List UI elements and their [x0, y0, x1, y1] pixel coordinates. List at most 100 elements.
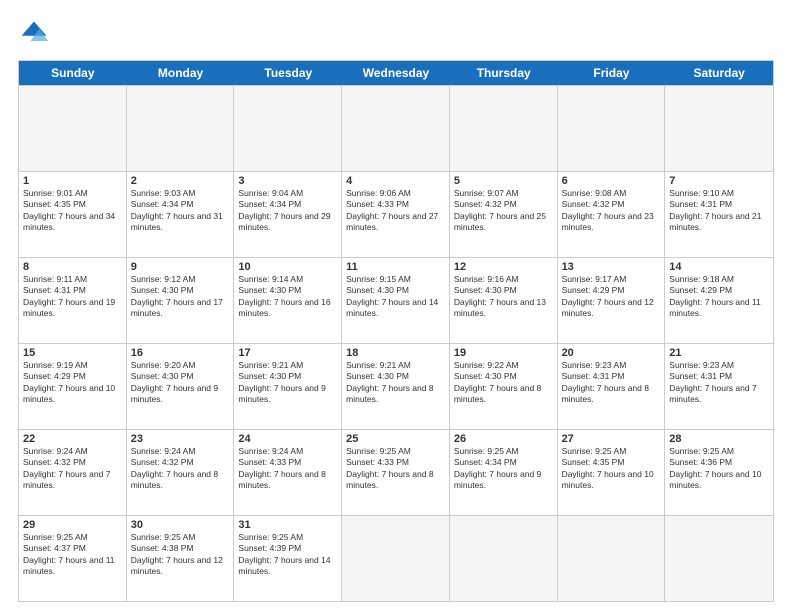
- day-info: Sunrise: 9:10 AMSunset: 4:31 PMDaylight:…: [669, 188, 769, 234]
- calendar-cell: 22Sunrise: 9:24 AMSunset: 4:32 PMDayligh…: [19, 430, 127, 515]
- day-number: 25: [346, 433, 445, 445]
- day-info: Sunrise: 9:07 AMSunset: 4:32 PMDaylight:…: [454, 188, 553, 234]
- day-number: 24: [238, 433, 337, 445]
- calendar-row-2: 1Sunrise: 9:01 AMSunset: 4:35 PMDaylight…: [19, 171, 773, 257]
- day-info: Sunrise: 9:17 AMSunset: 4:29 PMDaylight:…: [562, 274, 661, 320]
- day-number: 1: [23, 175, 122, 187]
- day-number: 3: [238, 175, 337, 187]
- day-info: Sunrise: 9:24 AMSunset: 4:32 PMDaylight:…: [23, 446, 122, 492]
- day-info: Sunrise: 9:24 AMSunset: 4:32 PMDaylight:…: [131, 446, 230, 492]
- calendar-cell: 12Sunrise: 9:16 AMSunset: 4:30 PMDayligh…: [450, 258, 558, 343]
- day-info: Sunrise: 9:04 AMSunset: 4:34 PMDaylight:…: [238, 188, 337, 234]
- day-number: 8: [23, 261, 122, 273]
- day-info: Sunrise: 9:25 AMSunset: 4:38 PMDaylight:…: [131, 532, 230, 578]
- day-number: 19: [454, 347, 553, 359]
- day-number: 14: [669, 261, 769, 273]
- day-info: Sunrise: 9:23 AMSunset: 4:31 PMDaylight:…: [562, 360, 661, 406]
- calendar-cell: 16Sunrise: 9:20 AMSunset: 4:30 PMDayligh…: [127, 344, 235, 429]
- calendar-cell: [342, 86, 450, 171]
- day-number: 15: [23, 347, 122, 359]
- calendar-cell: 15Sunrise: 9:19 AMSunset: 4:29 PMDayligh…: [19, 344, 127, 429]
- day-info: Sunrise: 9:25 AMSunset: 4:35 PMDaylight:…: [562, 446, 661, 492]
- calendar-cell: 19Sunrise: 9:22 AMSunset: 4:30 PMDayligh…: [450, 344, 558, 429]
- calendar-row-4: 15Sunrise: 9:19 AMSunset: 4:29 PMDayligh…: [19, 343, 773, 429]
- calendar-cell: 28Sunrise: 9:25 AMSunset: 4:36 PMDayligh…: [665, 430, 773, 515]
- day-number: 29: [23, 519, 122, 531]
- calendar-cell: 18Sunrise: 9:21 AMSunset: 4:30 PMDayligh…: [342, 344, 450, 429]
- header-day-tuesday: Tuesday: [234, 61, 342, 85]
- day-info: Sunrise: 9:08 AMSunset: 4:32 PMDaylight:…: [562, 188, 661, 234]
- day-number: 10: [238, 261, 337, 273]
- day-number: 13: [562, 261, 661, 273]
- day-number: 12: [454, 261, 553, 273]
- calendar-cell: [558, 86, 666, 171]
- day-info: Sunrise: 9:25 AMSunset: 4:34 PMDaylight:…: [454, 446, 553, 492]
- day-info: Sunrise: 9:19 AMSunset: 4:29 PMDaylight:…: [23, 360, 122, 406]
- day-number: 17: [238, 347, 337, 359]
- day-info: Sunrise: 9:06 AMSunset: 4:33 PMDaylight:…: [346, 188, 445, 234]
- calendar-cell: 26Sunrise: 9:25 AMSunset: 4:34 PMDayligh…: [450, 430, 558, 515]
- day-info: Sunrise: 9:25 AMSunset: 4:33 PMDaylight:…: [346, 446, 445, 492]
- calendar-body: 1Sunrise: 9:01 AMSunset: 4:35 PMDaylight…: [19, 85, 773, 601]
- day-info: Sunrise: 9:22 AMSunset: 4:30 PMDaylight:…: [454, 360, 553, 406]
- day-number: 30: [131, 519, 230, 531]
- calendar-cell: [665, 86, 773, 171]
- calendar-row-1: [19, 85, 773, 171]
- calendar-cell: 14Sunrise: 9:18 AMSunset: 4:29 PMDayligh…: [665, 258, 773, 343]
- day-info: Sunrise: 9:25 AMSunset: 4:39 PMDaylight:…: [238, 532, 337, 578]
- day-number: 20: [562, 347, 661, 359]
- day-number: 27: [562, 433, 661, 445]
- day-info: Sunrise: 9:03 AMSunset: 4:34 PMDaylight:…: [131, 188, 230, 234]
- calendar-cell: [558, 516, 666, 601]
- header-day-saturday: Saturday: [665, 61, 773, 85]
- calendar-cell: 9Sunrise: 9:12 AMSunset: 4:30 PMDaylight…: [127, 258, 235, 343]
- logo-icon: [18, 18, 50, 50]
- calendar-cell: 6Sunrise: 9:08 AMSunset: 4:32 PMDaylight…: [558, 172, 666, 257]
- day-info: Sunrise: 9:20 AMSunset: 4:30 PMDaylight:…: [131, 360, 230, 406]
- day-info: Sunrise: 9:25 AMSunset: 4:37 PMDaylight:…: [23, 532, 122, 578]
- calendar-cell: [450, 516, 558, 601]
- day-number: 28: [669, 433, 769, 445]
- calendar-cell: [450, 86, 558, 171]
- header-day-monday: Monday: [127, 61, 235, 85]
- calendar-cell: [19, 86, 127, 171]
- calendar-cell: 17Sunrise: 9:21 AMSunset: 4:30 PMDayligh…: [234, 344, 342, 429]
- calendar-cell: 1Sunrise: 9:01 AMSunset: 4:35 PMDaylight…: [19, 172, 127, 257]
- day-number: 16: [131, 347, 230, 359]
- day-info: Sunrise: 9:14 AMSunset: 4:30 PMDaylight:…: [238, 274, 337, 320]
- day-info: Sunrise: 9:21 AMSunset: 4:30 PMDaylight:…: [238, 360, 337, 406]
- calendar-cell: 25Sunrise: 9:25 AMSunset: 4:33 PMDayligh…: [342, 430, 450, 515]
- calendar-cell: 23Sunrise: 9:24 AMSunset: 4:32 PMDayligh…: [127, 430, 235, 515]
- calendar-cell: 13Sunrise: 9:17 AMSunset: 4:29 PMDayligh…: [558, 258, 666, 343]
- calendar-row-6: 29Sunrise: 9:25 AMSunset: 4:37 PMDayligh…: [19, 515, 773, 601]
- day-number: 5: [454, 175, 553, 187]
- page: SundayMondayTuesdayWednesdayThursdayFrid…: [0, 0, 792, 612]
- calendar-cell: 21Sunrise: 9:23 AMSunset: 4:31 PMDayligh…: [665, 344, 773, 429]
- calendar-cell: 31Sunrise: 9:25 AMSunset: 4:39 PMDayligh…: [234, 516, 342, 601]
- day-info: Sunrise: 9:24 AMSunset: 4:33 PMDaylight:…: [238, 446, 337, 492]
- day-number: 4: [346, 175, 445, 187]
- calendar-cell: 27Sunrise: 9:25 AMSunset: 4:35 PMDayligh…: [558, 430, 666, 515]
- day-number: 9: [131, 261, 230, 273]
- day-info: Sunrise: 9:01 AMSunset: 4:35 PMDaylight:…: [23, 188, 122, 234]
- calendar-cell: 8Sunrise: 9:11 AMSunset: 4:31 PMDaylight…: [19, 258, 127, 343]
- calendar-cell: 4Sunrise: 9:06 AMSunset: 4:33 PMDaylight…: [342, 172, 450, 257]
- calendar-cell: 29Sunrise: 9:25 AMSunset: 4:37 PMDayligh…: [19, 516, 127, 601]
- calendar-cell: [234, 86, 342, 171]
- calendar-cell: [342, 516, 450, 601]
- calendar-cell: 3Sunrise: 9:04 AMSunset: 4:34 PMDaylight…: [234, 172, 342, 257]
- header-day-friday: Friday: [558, 61, 666, 85]
- day-number: 18: [346, 347, 445, 359]
- day-number: 7: [669, 175, 769, 187]
- calendar-header: SundayMondayTuesdayWednesdayThursdayFrid…: [19, 61, 773, 85]
- logo: [18, 18, 54, 50]
- header-day-wednesday: Wednesday: [342, 61, 450, 85]
- calendar-cell: 10Sunrise: 9:14 AMSunset: 4:30 PMDayligh…: [234, 258, 342, 343]
- calendar-cell: 7Sunrise: 9:10 AMSunset: 4:31 PMDaylight…: [665, 172, 773, 257]
- day-info: Sunrise: 9:25 AMSunset: 4:36 PMDaylight:…: [669, 446, 769, 492]
- calendar-cell: [127, 86, 235, 171]
- day-number: 26: [454, 433, 553, 445]
- day-info: Sunrise: 9:21 AMSunset: 4:30 PMDaylight:…: [346, 360, 445, 406]
- calendar-cell: 11Sunrise: 9:15 AMSunset: 4:30 PMDayligh…: [342, 258, 450, 343]
- day-number: 22: [23, 433, 122, 445]
